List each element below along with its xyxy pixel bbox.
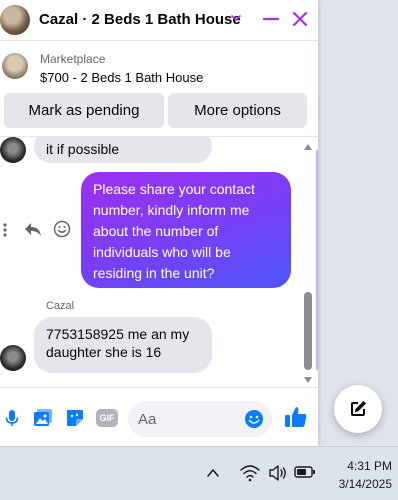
- photo-icon[interactable]: [33, 408, 53, 428]
- message-line: individuals who will be: [93, 244, 231, 260]
- avatar[interactable]: [0, 137, 26, 163]
- scrollbar-thumb[interactable]: [304, 292, 312, 370]
- message-text: it if possible: [46, 141, 120, 157]
- focus-indicator: [316, 150, 318, 370]
- chevron-down-icon[interactable]: [229, 11, 243, 25]
- message-line: 7753158925 me an my: [46, 326, 190, 342]
- sender-name: Cazal: [46, 300, 75, 312]
- message-input[interactable]: Aa: [128, 401, 272, 437]
- chat-title[interactable]: Cazal · 2 Beds 1 Bath House: [39, 11, 241, 28]
- message-input-placeholder: Aa: [138, 411, 157, 428]
- message-bubble-incoming[interactable]: it if possible: [34, 137, 212, 163]
- message-line: residing in the unit?: [93, 265, 215, 281]
- sticker-icon[interactable]: [65, 408, 85, 428]
- chevron-up-icon[interactable]: [206, 467, 220, 479]
- wifi-icon[interactable]: [240, 464, 260, 482]
- scroll-down-icon[interactable]: [303, 376, 313, 384]
- taskbar: 4:31 PM 3/14/2025: [0, 446, 398, 500]
- composer-divider: [0, 387, 318, 388]
- close-icon[interactable]: [290, 9, 310, 29]
- more-actions-icon[interactable]: [2, 222, 8, 238]
- thumbs-up-icon[interactable]: [284, 405, 308, 429]
- message-line: daughter she is 16: [46, 344, 162, 360]
- minimize-icon[interactable]: [262, 10, 280, 28]
- message-line: number, kindly inform me: [93, 202, 250, 218]
- more-options-button[interactable]: More options: [168, 93, 307, 128]
- reply-icon[interactable]: [24, 221, 42, 237]
- battery-icon[interactable]: [294, 465, 316, 479]
- message-bubble-incoming[interactable]: 7753158925 me an my daughter she is 16: [34, 317, 212, 373]
- volume-icon[interactable]: [268, 464, 288, 482]
- listing-title[interactable]: $700 - 2 Beds 1 Bath House: [40, 70, 203, 85]
- new-message-button[interactable]: [334, 385, 382, 433]
- microphone-icon[interactable]: [2, 408, 22, 428]
- avatar[interactable]: [0, 345, 26, 371]
- clock-time[interactable]: 4:31 PM: [347, 459, 392, 473]
- scroll-up-icon[interactable]: [303, 143, 313, 151]
- clock-date[interactable]: 3/14/2025: [339, 477, 392, 491]
- message-line: about the number of: [93, 223, 219, 239]
- message-line: Please share your contact: [93, 181, 255, 197]
- message-bubble-outgoing[interactable]: Please share your contact number, kindly…: [81, 172, 291, 288]
- react-icon[interactable]: [53, 220, 71, 238]
- message-list[interactable]: it if possible Please share your contact…: [0, 137, 318, 387]
- gif-button[interactable]: GIF: [96, 409, 118, 427]
- listing-source: Marketplace: [40, 52, 106, 66]
- contact-avatar[interactable]: [0, 5, 30, 35]
- chat-window: Cazal · 2 Beds 1 Bath House Marketplace …: [0, 0, 318, 446]
- emoji-icon[interactable]: [244, 409, 264, 429]
- chat-header[interactable]: Cazal · 2 Beds 1 Bath House: [0, 0, 318, 40]
- compose-icon: [351, 401, 366, 416]
- header-divider: [0, 40, 318, 41]
- mark-as-pending-button[interactable]: Mark as pending: [4, 93, 164, 128]
- listing-thumbnail[interactable]: [2, 53, 28, 79]
